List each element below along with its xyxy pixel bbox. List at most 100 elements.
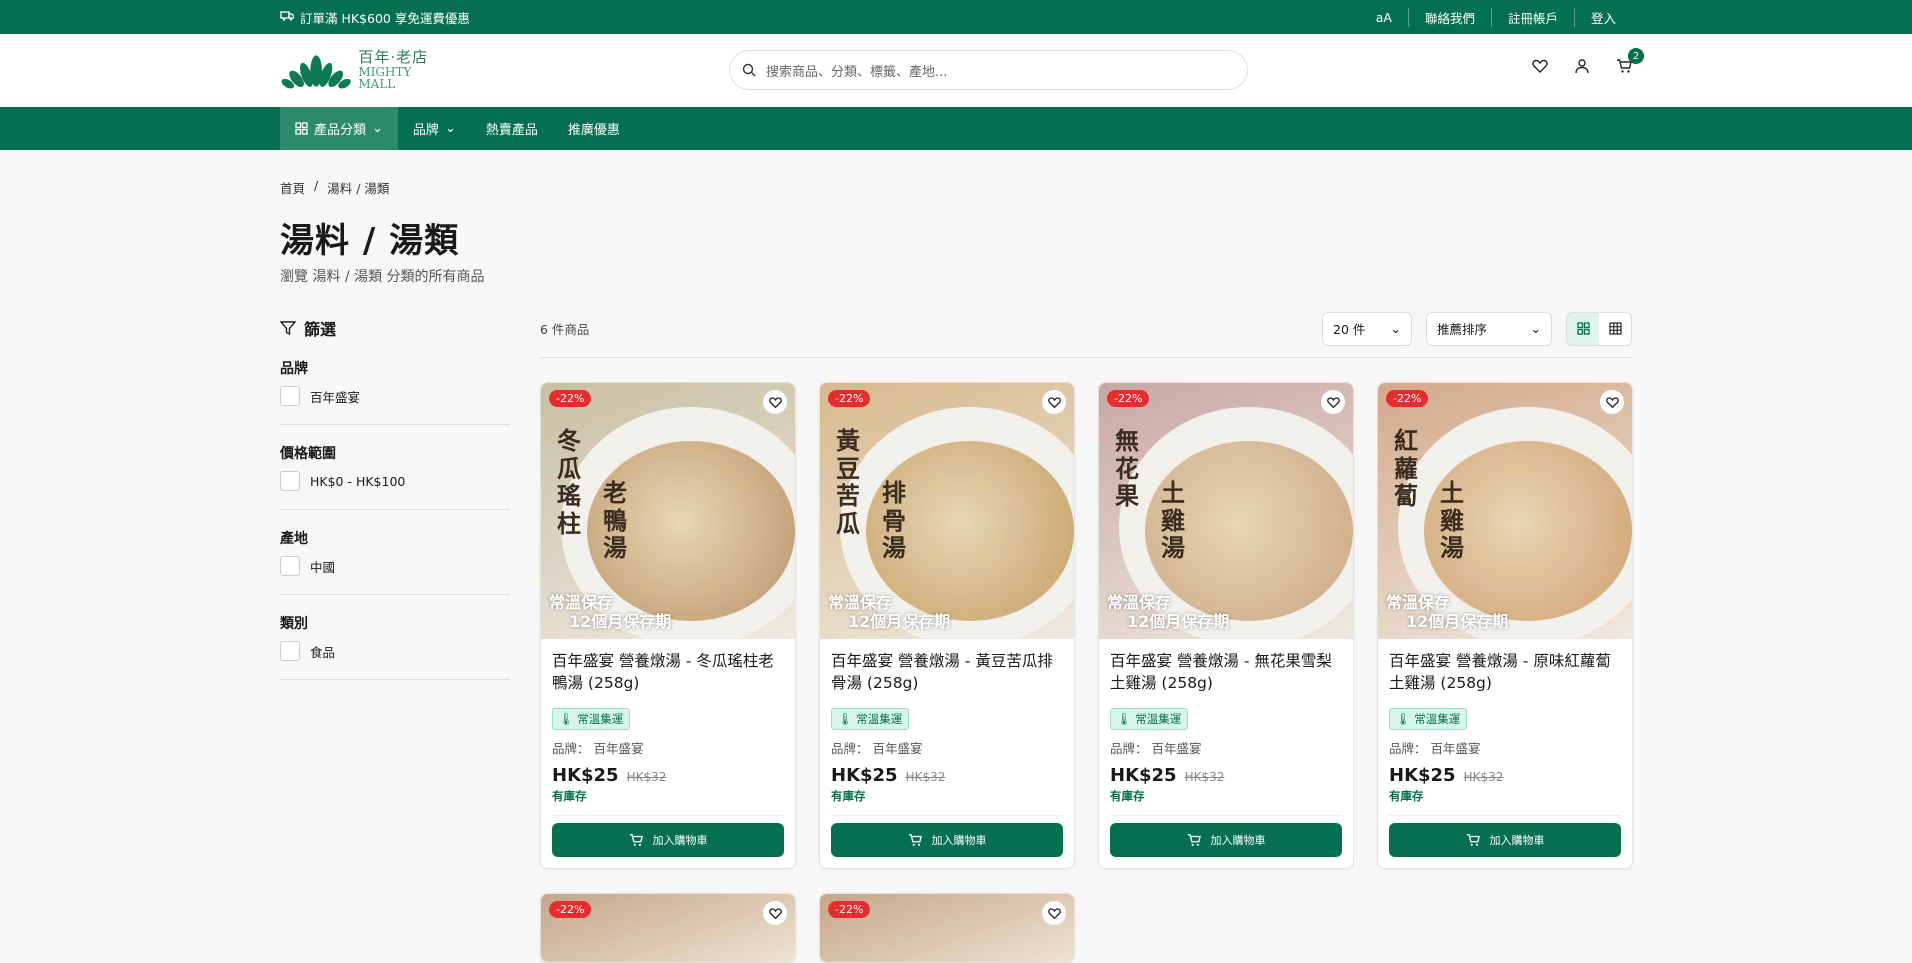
product-image[interactable]: -22% — [820, 894, 1074, 962]
product-card[interactable]: -22% 黃豆苦瓜 排骨湯 常溫保存 12個月保存期 百年盛宴 營養燉湯 - 黃豆… — [819, 382, 1075, 869]
product-name[interactable]: 百年盛宴 營養燉湯 - 冬瓜瑤柱老鴨湯 (258g) — [552, 651, 784, 695]
product-name[interactable]: 百年盛宴 營養燉湯 - 黃豆苦瓜排骨湯 (258g) — [831, 651, 1063, 695]
product-card[interactable]: -22% 紅蘿蔔 土雞湯 常溫保存 12個月保存期 百年盛宴 營養燉湯 - 原味紅… — [1377, 382, 1633, 869]
stock-status: 有庫存 — [831, 789, 866, 803]
stamp-line-2: 12個月保存期 — [848, 611, 951, 631]
font-size-toggle[interactable]: aA — [1360, 10, 1408, 25]
dense-grid-button[interactable] — [1599, 313, 1631, 345]
shipping-tag: 🌡 常溫集運 — [831, 708, 910, 730]
heart-icon — [1605, 396, 1619, 408]
add-to-cart-button[interactable]: 加入購物車 — [831, 823, 1063, 857]
site-header: 百年·老店 MIGHTY MALL 搜索商品、分類、標籤、產地... 2 — [0, 34, 1912, 107]
nav-brands[interactable]: 品牌 ⌄ — [398, 107, 471, 150]
add-to-cart-label: 加入購物車 — [652, 834, 708, 847]
nav-hot-products[interactable]: 熱賣產品 — [471, 107, 553, 150]
shipping-tag: 🌡 常溫集運 — [552, 708, 631, 730]
thermometer-icon: 🌡 — [838, 712, 853, 726]
filter-option: 中國 — [310, 559, 336, 575]
heart-icon — [1326, 396, 1340, 408]
image-subtitle: 排骨湯 — [882, 478, 906, 563]
account-button[interactable] — [1574, 58, 1590, 74]
wishlist-toggle[interactable] — [1042, 901, 1066, 925]
add-to-cart-button[interactable]: 加入購物車 — [552, 823, 784, 857]
thermometer-icon: 🌡 — [1396, 712, 1411, 726]
grid-view-button[interactable] — [1567, 312, 1599, 345]
contact-link[interactable]: 聯絡我們 — [1407, 7, 1491, 27]
wishlist-button[interactable] — [1532, 58, 1548, 74]
product-image[interactable]: -22% 黃豆苦瓜 排骨湯 常溫保存 12個月保存期 — [820, 383, 1074, 639]
filter-label: 產地 — [280, 531, 308, 547]
wishlist-toggle[interactable] — [1600, 390, 1624, 414]
nav-brands-label: 品牌 — [412, 123, 439, 138]
product-grid: -22% 冬瓜瑤柱 老鴨湯 常溫保存 12個月保存期 百年盛宴 營養燉湯 - 冬瓜… — [540, 382, 1633, 963]
tag-label: 常溫集運 — [1135, 712, 1182, 726]
shipping-text: 訂單滿 HK$600 享免運費優惠 — [300, 10, 470, 26]
login-link[interactable]: 登入 — [1573, 7, 1632, 27]
product-card[interactable]: -22% 無花果 土雞湯 常溫保存 12個月保存期 百年盛宴 營養燉湯 - 無花果… — [1098, 382, 1354, 869]
grid-large-icon — [1576, 322, 1590, 335]
product-image[interactable]: -22% — [541, 894, 795, 962]
wishlist-toggle[interactable] — [763, 901, 787, 925]
register-link[interactable]: 註冊帳戶 — [1490, 7, 1574, 27]
breadcrumb-home[interactable]: 首頁 — [280, 178, 305, 197]
original-price: HK$32 — [1184, 770, 1225, 784]
product-card[interactable]: -22% 冬瓜瑤柱 老鴨湯 常溫保存 12個月保存期 百年盛宴 營養燉湯 - 冬瓜… — [540, 382, 796, 869]
breadcrumb: 首頁 / 湯料 / 湯類 — [280, 178, 1632, 197]
filter-group-brand: 品牌 百年盛宴 — [280, 358, 510, 425]
product-card[interactable]: -22% — [540, 893, 796, 963]
search-input[interactable]: 搜索商品、分類、標籤、產地... — [729, 50, 1248, 90]
nav-categories-label: 產品分類 — [314, 123, 367, 138]
cart-icon — [1187, 834, 1201, 846]
discount-badge: -22% — [549, 390, 592, 407]
product-brand: 品牌： 百年盛宴 — [552, 741, 644, 756]
product-image[interactable]: -22% 無花果 土雞湯 常溫保存 12個月保存期 — [1099, 383, 1353, 639]
nav-promo-label: 推廣優惠 — [567, 123, 620, 138]
page-title: 湯料 / 湯類 — [280, 221, 460, 261]
add-to-cart-label: 加入購物車 — [1210, 834, 1266, 847]
current-price: HK$25 — [831, 765, 898, 786]
current-price: HK$25 — [1110, 765, 1177, 786]
filter-sidebar: 篩選 品牌 百年盛宴 價格範圍 HK$0 - HK$100 產地 中國 類別 食… — [280, 316, 510, 698]
nav-promotions[interactable]: 推廣優惠 — [553, 107, 635, 150]
filter-icon — [280, 321, 296, 336]
tag-label: 常溫集運 — [577, 712, 624, 726]
stamp-line-1: 常溫保存 — [1386, 592, 1451, 612]
filter-label: 品牌 — [280, 361, 308, 377]
search-placeholder: 搜索商品、分類、標籤、產地... — [766, 64, 948, 80]
logo[interactable]: 百年·老店 MIGHTY MALL — [280, 48, 450, 91]
cart-count-badge: 2 — [1628, 48, 1644, 64]
storage-stamp: 常溫保存 12個月保存期 — [549, 593, 671, 631]
price-checkbox[interactable] — [280, 471, 300, 491]
image-title: 冬瓜瑤柱 — [557, 426, 581, 538]
wishlist-toggle[interactable] — [1321, 390, 1345, 414]
wishlist-toggle[interactable] — [1042, 390, 1066, 414]
product-image[interactable]: -22% 紅蘿蔔 土雞湯 常溫保存 12個月保存期 — [1378, 383, 1632, 639]
logo-chinese: 百年·老店 — [358, 48, 429, 67]
shipping-notice: 訂單滿 HK$600 享免運費優惠 — [280, 8, 470, 27]
add-to-cart-label: 加入購物車 — [931, 834, 987, 847]
nav-categories[interactable]: 產品分類 ⌄ — [280, 107, 398, 150]
product-image[interactable]: -22% 冬瓜瑤柱 老鴨湯 常溫保存 12個月保存期 — [541, 383, 795, 639]
add-to-cart-label: 加入購物車 — [1489, 834, 1545, 847]
sort-select[interactable]: 推薦排序 ⌄ — [1426, 311, 1552, 346]
brand-checkbox[interactable] — [280, 386, 300, 406]
product-toolbar: 6 件商品 20 件 ⌄ 推薦排序 ⌄ — [540, 311, 1632, 358]
origin-checkbox[interactable] — [280, 556, 300, 576]
stock-status: 有庫存 — [1110, 789, 1145, 803]
product-name[interactable]: 百年盛宴 營養燉湯 - 無花果雪梨土雞湯 (258g) — [1110, 651, 1342, 695]
wishlist-toggle[interactable] — [763, 390, 787, 414]
storage-stamp: 常溫保存 12個月保存期 — [1386, 593, 1508, 631]
product-brand: 品牌： 百年盛宴 — [1389, 741, 1481, 756]
current-price: HK$25 — [552, 765, 619, 786]
per-page-select[interactable]: 20 件 ⌄ — [1322, 311, 1412, 346]
announcement-bar: 訂單滿 HK$600 享免運費優惠 aA 聯絡我們 註冊帳戶 登入 — [0, 0, 1912, 34]
category-checkbox[interactable] — [280, 641, 300, 661]
grid-icon — [295, 122, 308, 135]
product-card[interactable]: -22% — [819, 893, 1075, 963]
tag-label: 常溫集運 — [1414, 712, 1461, 726]
add-to-cart-button[interactable]: 加入購物車 — [1110, 823, 1342, 857]
add-to-cart-button[interactable]: 加入購物車 — [1389, 823, 1621, 857]
product-name[interactable]: 百年盛宴 營養燉湯 - 原味紅蘿蔔土雞湯 (258g) — [1389, 651, 1621, 695]
cart-icon — [1466, 834, 1480, 846]
cart-button[interactable]: 2 — [1616, 48, 1644, 74]
